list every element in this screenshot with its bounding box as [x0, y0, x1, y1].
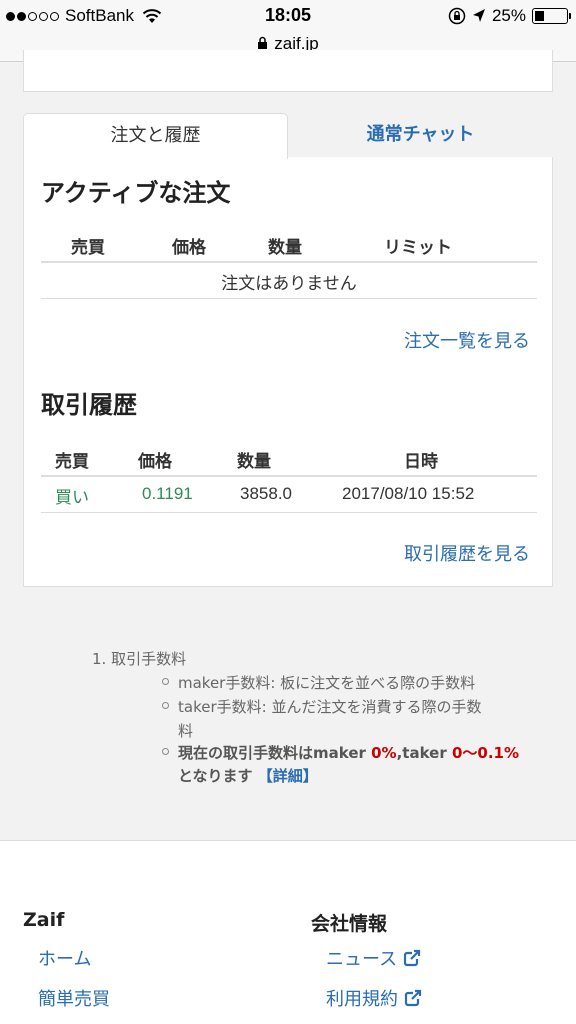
battery-percent: 25%: [491, 6, 526, 25]
footer-link-terms[interactable]: 利用規約: [326, 985, 422, 1011]
active-orders-title: アクティブな注文: [41, 179, 231, 207]
footer-link-label: 利用規約: [326, 989, 398, 1010]
col-limit: リミット: [384, 238, 452, 258]
trade-history-title: 取引履歴: [41, 391, 137, 419]
battery-icon: [532, 8, 571, 24]
divider: [41, 512, 537, 513]
external-link-icon: [404, 949, 422, 967]
footer-link-label: ホーム: [38, 949, 92, 970]
tab-orders-history[interactable]: 注文と履歴: [23, 113, 288, 159]
col-amount: 数量: [268, 238, 302, 258]
taker-label: ,taker: [396, 744, 452, 762]
fee-detail-link[interactable]: 【詳細】: [258, 767, 318, 785]
row-price: 0.1191: [142, 484, 193, 503]
col-side: 売買: [71, 238, 105, 258]
footer-title-company: 会社情報: [311, 913, 388, 935]
col-price: 価格: [172, 238, 206, 258]
taker-fee-note: taker手数料: 並んだ注文を消費する際の手数: [178, 698, 482, 716]
footer-link-label: ニュース: [326, 949, 398, 970]
orientation-lock-icon: [448, 7, 466, 25]
footer-link-home[interactable]: ホーム: [38, 945, 91, 971]
divider: [41, 475, 537, 477]
location-arrow-icon: [472, 9, 485, 22]
previous-card: [23, 50, 553, 92]
divider: [41, 261, 537, 263]
row-side: 買い: [55, 488, 89, 508]
divider: [41, 298, 537, 299]
col-price: 価格: [138, 452, 172, 472]
row-datetime: 2017/08/10 15:52: [342, 484, 475, 503]
fee-suffix: となります: [178, 767, 258, 785]
footer-link-label: 簡単売買: [38, 989, 110, 1010]
status-bar: SoftBank 18:05 25%: [0, 0, 576, 34]
taker-fee-value: 0〜0.1%: [451, 744, 519, 762]
view-orders-link[interactable]: 注文一覧を見る: [404, 327, 530, 353]
current-fee-cont: となります 【詳細】: [178, 765, 318, 786]
col-side: 売買: [55, 452, 89, 472]
col-amount: 数量: [237, 452, 271, 472]
orders-panel: アクティブな注文 売買 価格 数量 リミット 注文はありません 注文一覧を見る …: [23, 157, 553, 587]
footer-link-simple-trade[interactable]: 簡単売買: [38, 985, 110, 1011]
lock-icon: [258, 36, 268, 49]
current-fee-prefix: 現在の取引手数料はmaker: [178, 744, 372, 762]
tab-bar: 注文と履歴 通常チャット: [23, 113, 553, 159]
maker-fee-value: 0%: [371, 744, 397, 762]
tab-chat[interactable]: 通常チャット: [288, 113, 553, 158]
taker-fee-note-cont: 料: [178, 722, 194, 740]
status-right: 25%: [448, 6, 571, 26]
current-fee-note: 現在の取引手数料はmaker 0%,taker 0〜0.1%: [178, 742, 519, 763]
fee-heading: 1. 取引手数料: [92, 650, 187, 668]
footer-title-zaif: Zaif: [23, 909, 65, 931]
external-link-icon: [404, 989, 422, 1007]
footer: Zaif ホーム 簡単売買 会社情報 ニュース 利用規約: [0, 840, 576, 1024]
row-amount: 3858.0: [240, 484, 292, 503]
maker-fee-note: maker手数料: 板に注文を並べる際の手数料: [178, 674, 476, 692]
no-orders-text: 注文はありません: [221, 274, 357, 294]
footer-link-news[interactable]: ニュース: [326, 945, 422, 971]
col-datetime: 日時: [404, 452, 438, 472]
view-history-link[interactable]: 取引履歴を見る: [404, 540, 530, 566]
